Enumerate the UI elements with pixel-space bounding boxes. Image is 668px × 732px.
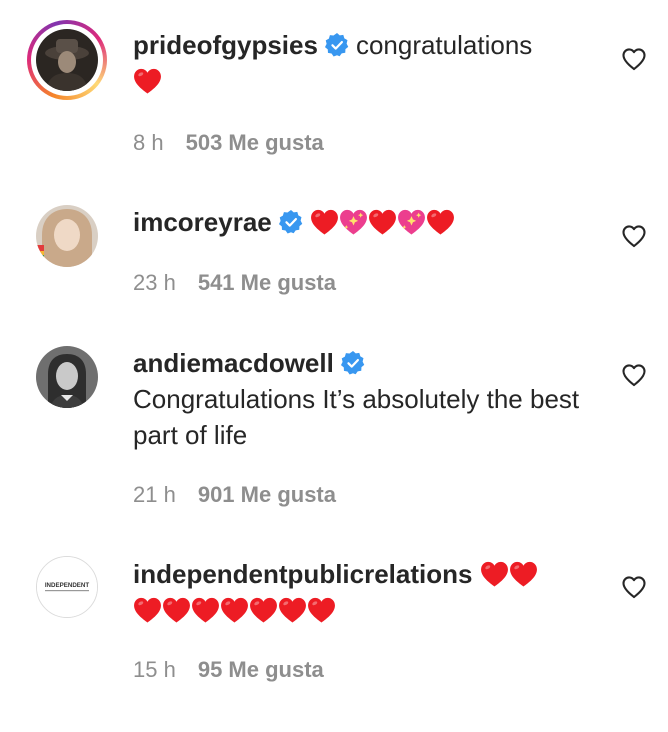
red-heart-emoji [249,597,278,623]
red-heart-emoji [133,597,162,623]
comment-meta: 8 h 503 Me gusta [133,130,324,156]
comment-body: imcoreyrae [133,204,603,240]
comment-time[interactable]: 23 h [133,270,176,295]
red-heart-emoji [220,597,249,623]
comment-text: Congratulations It’s absolutely the best… [133,384,580,450]
comment-username[interactable]: imcoreyrae [133,207,272,237]
emoji-sequence [133,595,336,625]
comment-time[interactable]: 21 h [133,482,176,507]
story-ring[interactable] [27,20,107,100]
avatar[interactable] [36,29,98,91]
red-heart-emoji [310,209,339,235]
comment-body: prideofgypsies congratulations [133,27,603,99]
red-heart-emoji [307,597,336,623]
avatar[interactable]: INDEPENDENT [36,556,98,618]
heart-outline-icon[interactable] [620,573,648,601]
comment-username[interactable]: prideofgypsies [133,30,318,60]
red-heart-emoji [426,209,455,235]
avatar[interactable] [36,346,98,408]
comment-body: andiemacdowell Congratulations It’s abso… [133,345,603,453]
verified-badge-icon [340,350,366,376]
comment-likes-count[interactable]: 503 Me gusta [186,130,324,155]
heart-outline-icon[interactable] [620,45,648,73]
comment-meta: 15 h 95 Me gusta [133,657,324,683]
emoji-sequence [310,207,455,237]
heart-outline-icon[interactable] [620,222,648,250]
comment-likes-count[interactable]: 541 Me gusta [198,270,336,295]
emoji-sequence [480,559,538,589]
red-heart-emoji [509,561,538,587]
comment-time[interactable]: 8 h [133,130,164,155]
comment-username[interactable]: andiemacdowell [133,348,334,378]
comment-time[interactable]: 15 h [133,657,176,682]
verified-badge-icon [324,32,350,58]
comment-likes-count[interactable]: 901 Me gusta [198,482,336,507]
red-heart-emoji [162,597,191,623]
verified-badge-icon [278,209,304,235]
heart-outline-icon[interactable] [620,361,648,389]
sparkling-heart-emoji [397,209,426,235]
comment-meta: 23 h 541 Me gusta [133,270,336,296]
red-heart-emoji [278,597,307,623]
comment-meta: 21 h 901 Me gusta [133,482,336,508]
comment-body: independentpublicrelations [133,556,603,628]
comment-username[interactable]: independentpublicrelations [133,559,472,589]
comment-likes-count[interactable]: 95 Me gusta [198,657,324,682]
red-heart-emoji [191,597,220,623]
avatar[interactable] [36,205,98,267]
red-heart-emoji [368,209,397,235]
avatar-logo-text: INDEPENDENT [45,582,90,589]
red-heart-emoji [133,68,162,94]
red-heart-emoji [480,561,509,587]
comment-text: congratulations [355,30,533,60]
sparkling-heart-emoji [339,209,368,235]
